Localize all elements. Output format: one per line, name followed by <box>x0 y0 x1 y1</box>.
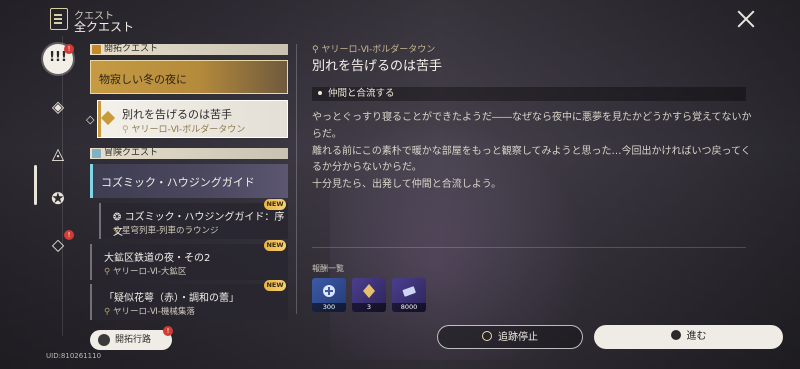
rail-tab-companion-icon[interactable]: ✪ <box>49 190 67 208</box>
quest-item[interactable]: NEW 「疑似花萼（赤）・調和の蕾」 ⚲ ヤリーロ-Ⅵ-機械集落 <box>90 280 288 320</box>
quest-title: コズミック・ハウジングガイド <box>101 176 255 189</box>
quest-location: ⚲ ヤリーロ-Ⅵ-大鉱区 <box>104 267 187 277</box>
credit-icon <box>402 286 416 297</box>
rail-badge: ! <box>64 44 74 54</box>
quest-title: 大鉱区鉄道の夜・その2 <box>104 253 211 264</box>
divider <box>296 44 297 314</box>
exp-material-icon <box>363 284 375 298</box>
section-header-trailblaze: 開拓クエスト <box>90 44 288 55</box>
bullet-icon <box>318 90 322 95</box>
close-icon[interactable] <box>735 8 757 30</box>
quest-log-icon <box>50 8 68 30</box>
uid-label: UID:810261110 <box>46 352 102 360</box>
pause-icon <box>482 331 492 341</box>
reward-item[interactable]: 8000 <box>392 278 426 312</box>
quest-location: ⚲ 星穹列車-列車のラウンジ <box>113 226 219 236</box>
detail-title: 別れを告げるのは苦手 <box>312 59 443 74</box>
pin-icon: ⚲ <box>122 125 129 135</box>
rail-line <box>62 36 63 336</box>
go-icon <box>670 330 681 340</box>
quest-title: 別れを告げるのは苦手 <box>122 108 232 121</box>
trailblaze-icon <box>92 45 101 54</box>
tracking-icon <box>100 110 116 126</box>
adventure-icon <box>92 149 101 158</box>
pin-icon: ⚲ <box>104 307 111 317</box>
new-badge: NEW <box>264 280 286 291</box>
route-icon <box>98 334 110 346</box>
detail-description: やっとぐっすり寝ることができたようだ――なぜなら夜中に悪夢を見たかどうかすら覚え… <box>312 112 752 191</box>
divider <box>312 247 746 248</box>
trailblaze-route-button[interactable]: 開拓行路 <box>90 330 172 350</box>
quest-group-item[interactable]: コズミック・ハウジングガイド <box>90 164 288 198</box>
quest-item-selected[interactable]: 別れを告げるのは苦手 ⚲ ヤリーロ-Ⅵ-ボルダータウン <box>97 100 288 138</box>
pin-icon: ⚲ <box>104 267 111 277</box>
quest-item[interactable]: 物寂しい冬の夜に <box>90 60 288 94</box>
objective: 仲間と合流する <box>312 87 746 101</box>
rail-badge: ! <box>64 230 74 240</box>
quest-item[interactable]: NEW ❂ コズミック・ハウジングガイド：序文 ⚲ 星穹列車-列車のラウンジ <box>99 199 288 239</box>
quest-location: ⚲ ヤリーロ-Ⅵ-ボルダータウン <box>122 125 246 135</box>
trailblaze-exp-icon <box>323 285 335 297</box>
pin-icon: ⚲ <box>113 226 120 236</box>
stop-tracking-button[interactable]: 追跡停止 <box>437 325 583 349</box>
selected-bar <box>98 101 101 137</box>
reward-item[interactable]: 3 <box>352 278 386 312</box>
selected-arrow-icon: ◇ <box>86 113 95 126</box>
new-badge: NEW <box>264 240 286 251</box>
rewards-label: 報酬一覧 <box>312 264 344 273</box>
rail-tab-trailblaze-icon[interactable]: ◈ <box>49 98 67 116</box>
quest-title: 「疑似花萼（赤）・調和の蕾」 <box>104 293 239 304</box>
quest-item[interactable]: NEW 大鉱区鉄道の夜・その2 ⚲ ヤリーロ-Ⅵ-大鉱区 <box>90 240 288 280</box>
pin-icon: ⚲ <box>312 45 319 55</box>
route-badge: ! <box>163 326 173 336</box>
rail-tab-daily-icon[interactable]: ◇ <box>49 236 67 254</box>
proceed-button[interactable]: 進む <box>594 325 783 349</box>
quest-title: 物寂しい冬の夜に <box>99 73 187 86</box>
scrollbar[interactable] <box>34 165 37 205</box>
header-title: 全クエスト <box>74 20 135 34</box>
detail-location: ⚲ ヤリーロ-Ⅵ-ボルダータウン <box>312 45 436 55</box>
housing-icon: ❂ <box>113 212 122 223</box>
quest-location: ⚲ ヤリーロ-Ⅵ-機械集落 <box>104 307 195 317</box>
section-header-adventure: 冒険クエスト <box>90 148 288 159</box>
reward-item[interactable]: 300 <box>312 278 346 312</box>
rail-tab-adventure-icon[interactable]: ◬ <box>49 145 67 163</box>
